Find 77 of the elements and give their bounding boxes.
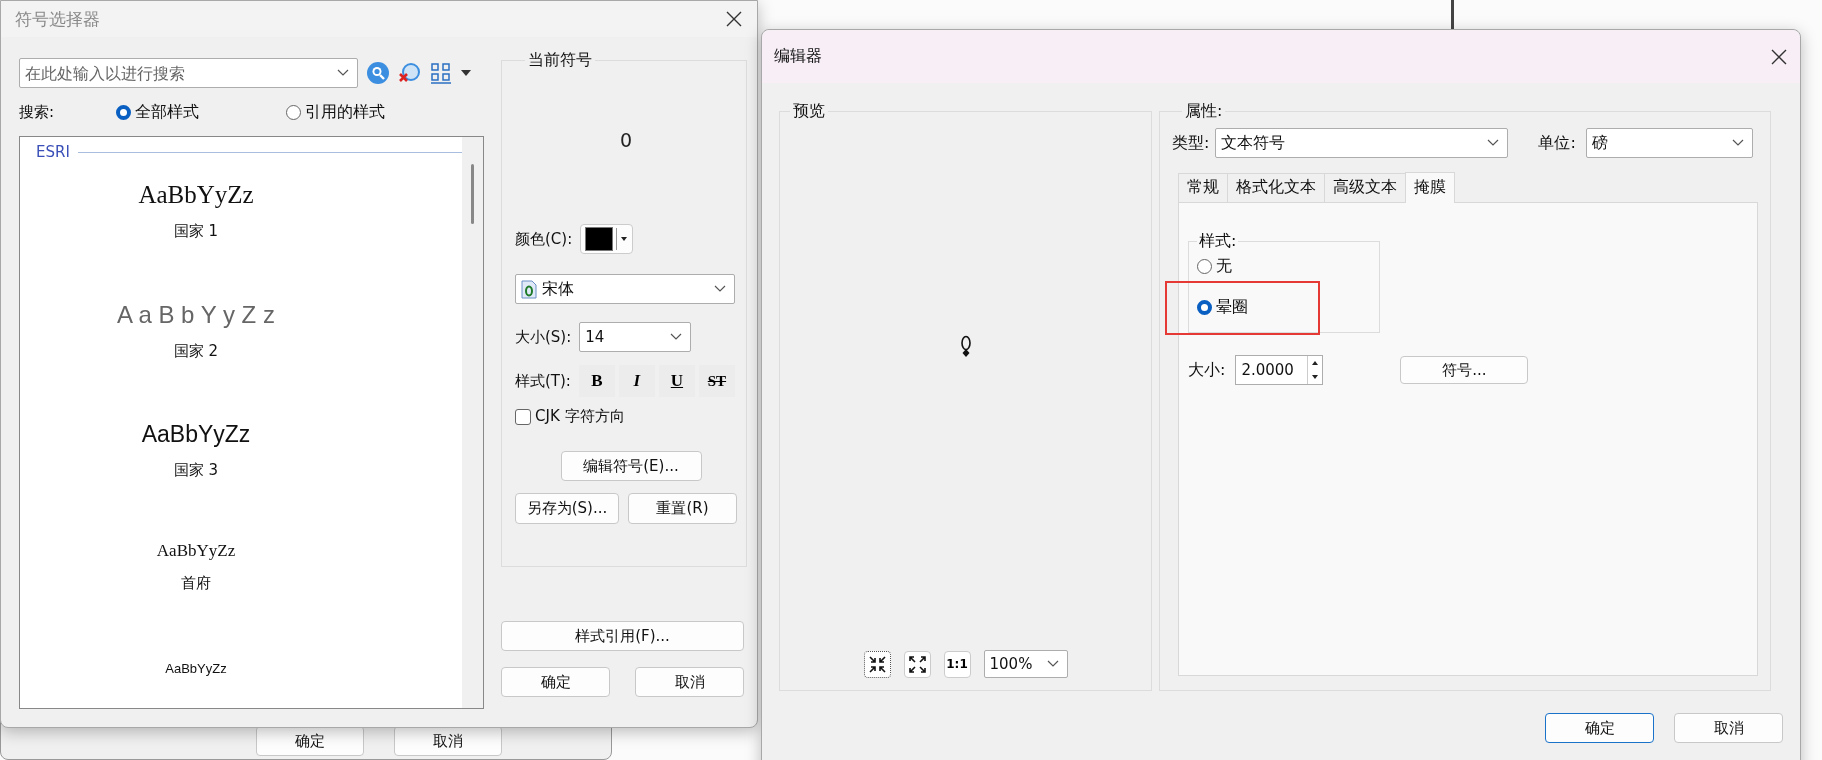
font-name: 宋体 <box>542 278 574 300</box>
tab[interactable]: 常规 <box>1178 173 1228 202</box>
search-combo[interactable]: 在此处输入以进行搜索 <box>19 58 358 88</box>
dropdown-caret-icon <box>714 285 726 293</box>
search-label: 搜索: <box>19 102 56 122</box>
radio-option[interactable]: 晕圈 <box>1197 297 1379 318</box>
symbol-name: 国家 3 <box>173 461 219 480</box>
ok-button[interactable]: 确定 <box>501 667 610 697</box>
collapse-arrows-icon <box>868 655 886 673</box>
window-title: 编辑器 <box>774 46 822 67</box>
radio-option[interactable]: 无 <box>1197 256 1379 277</box>
dropdown-caret-icon <box>1046 660 1059 668</box>
ok-button[interactable]: 确定 <box>1545 713 1654 743</box>
text-style-button[interactable]: I <box>618 365 655 397</box>
full-extent-button[interactable] <box>903 650 931 678</box>
symbol-sample[interactable]: AaBbYyZz <box>138 181 254 209</box>
ok-button[interactable]: 确定 <box>256 726 364 756</box>
save-as-button[interactable]: 另存为(S)... <box>515 493 619 524</box>
symbol-name: 国家 2 <box>173 342 219 361</box>
radio-option[interactable]: 引用的样式 <box>286 101 484 123</box>
dropdown-caret-icon <box>670 333 683 341</box>
dropdown-caret-icon <box>337 69 349 77</box>
view-toggle-icon[interactable] <box>430 61 452 85</box>
caret-icon <box>620 236 629 242</box>
color-label: 颜色(C): <box>515 229 573 249</box>
size-dropdown[interactable]: 14 <box>579 322 692 352</box>
group-title: 属性: <box>1184 101 1224 122</box>
zoom-to-fit-button[interactable] <box>863 650 891 678</box>
close-icon[interactable] <box>725 10 743 28</box>
font-dropdown[interactable]: 宋体 <box>515 274 735 304</box>
symbol-name: 国家 1 <box>173 222 219 241</box>
group-title: 当前符号 <box>527 50 593 71</box>
group-header: ESRI <box>36 143 70 161</box>
checkbox[interactable] <box>515 408 531 425</box>
unit-label: 单位: <box>1538 132 1576 154</box>
zoom-dropdown[interactable]: 100% <box>983 650 1068 678</box>
close-icon[interactable] <box>1770 47 1788 66</box>
size-spinner[interactable]: 2.0000 <box>1235 355 1324 385</box>
reset-button[interactable]: 重置(R) <box>628 493 737 524</box>
cancel-button[interactable]: 取消 <box>635 667 744 697</box>
cancel-button[interactable]: 取消 <box>1674 713 1783 743</box>
type-dropdown[interactable]: 文本符号 <box>1215 128 1509 158</box>
group-title: 预览 <box>792 101 826 122</box>
color-picker[interactable] <box>580 224 634 254</box>
tab[interactable]: 掩膜 <box>1405 172 1455 203</box>
window-title: 符号选择器 <box>15 7 100 31</box>
checkbox-label: CJK 字符方向 <box>535 407 625 426</box>
symbol-button[interactable]: 符号... <box>1400 356 1529 384</box>
actual-size-button[interactable]: 1:1 <box>943 650 971 678</box>
size-label: 大小(S): <box>515 327 572 347</box>
symbol-name: 首府 <box>181 574 211 593</box>
text-style-button[interactable]: B <box>578 365 615 397</box>
style-reference-button[interactable]: 样式引用(F)... <box>501 621 744 651</box>
dropdown-caret-icon[interactable] <box>460 69 472 77</box>
dropdown-caret-icon <box>1487 139 1500 147</box>
radio-option[interactable]: 全部样式 <box>116 101 286 123</box>
symbol-preview: 0 <box>619 129 633 151</box>
search-field[interactable]: 在此处输入以进行搜索 <box>25 63 337 83</box>
font-icon <box>521 279 537 299</box>
scrollbar[interactable] <box>462 137 483 708</box>
symbol-sample[interactable]: AaBbYyZz <box>156 541 236 561</box>
unit-dropdown[interactable]: 磅 <box>1585 128 1753 158</box>
group-title: 样式: <box>1198 231 1238 252</box>
symbol-sample[interactable]: AaBbYyZz <box>141 421 251 448</box>
expand-arrows-icon <box>908 655 926 673</box>
symbol-sample[interactable]: AaBbYyZz <box>165 661 227 676</box>
type-label: 类型: <box>1172 132 1210 154</box>
dropdown-caret-icon <box>1731 139 1744 147</box>
style-label: 样式(T): <box>515 371 571 391</box>
cancel-button[interactable]: 取消 <box>394 726 502 756</box>
edit-symbol-button[interactable]: 编辑符号(E)... <box>560 451 702 481</box>
size-label: 大小: <box>1188 359 1226 381</box>
text-style-button[interactable]: ST <box>698 365 735 397</box>
text-style-button[interactable]: U <box>658 365 695 397</box>
search-icon[interactable] <box>366 61 390 85</box>
text-symbol-preview-drawing <box>959 334 972 358</box>
symbol-sample[interactable]: A a B b Y y Z z <box>117 301 275 329</box>
